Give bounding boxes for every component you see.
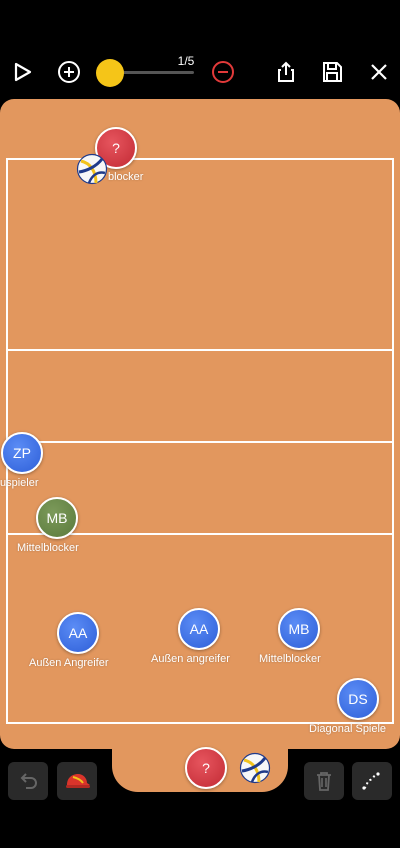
save-button[interactable] <box>318 58 346 86</box>
player-aa-left[interactable]: AA <box>57 612 99 654</box>
attack-line-top <box>6 349 394 351</box>
frame-slider-knob[interactable] <box>96 59 124 87</box>
player-ds[interactable]: DS <box>337 678 379 720</box>
undo-button[interactable] <box>8 762 48 800</box>
player-mb-green[interactable]: MB <box>36 497 78 539</box>
player-label: uspieler <box>0 477 39 489</box>
play-button[interactable] <box>8 58 36 86</box>
bench-unknown-player[interactable]: ? <box>185 747 227 789</box>
player-label: Mittelblocker <box>259 653 321 665</box>
volleyball-icon[interactable] <box>76 153 108 185</box>
add-frame-button[interactable] <box>55 58 83 86</box>
bench-volleyball-icon[interactable] <box>239 752 271 784</box>
save-icon <box>323 62 342 82</box>
player-label: Mittelblocker <box>17 542 79 554</box>
close-icon <box>371 64 387 80</box>
path-draw-icon <box>362 772 380 790</box>
trash-icon <box>317 772 331 791</box>
share-button[interactable] <box>272 58 300 86</box>
play-icon <box>14 62 32 82</box>
delete-button[interactable] <box>304 762 344 800</box>
player-label: blocker <box>108 171 144 183</box>
share-icon <box>278 61 294 82</box>
add-circle-icon <box>58 61 80 83</box>
player-label: Außen angreifer <box>151 653 230 665</box>
remove-circle-icon <box>212 61 234 83</box>
undo-icon <box>20 773 37 789</box>
player-aa-mid[interactable]: AA <box>178 608 220 650</box>
close-button[interactable] <box>365 58 393 86</box>
top-toolbar: 1/5 <box>0 50 400 96</box>
remove-frame-button[interactable] <box>209 58 237 86</box>
player-zp[interactable]: ZP <box>1 432 43 474</box>
player-mb-right[interactable]: MB <box>278 608 320 650</box>
net-line <box>6 441 394 443</box>
cap-button[interactable] <box>57 762 97 800</box>
player-label: Diagonal Spiele <box>309 723 387 735</box>
draw-path-button[interactable] <box>352 762 392 800</box>
cap-icon <box>66 774 90 788</box>
page-indicator: 1/5 <box>177 54 195 68</box>
player-label: Außen Angreifer <box>29 657 109 669</box>
